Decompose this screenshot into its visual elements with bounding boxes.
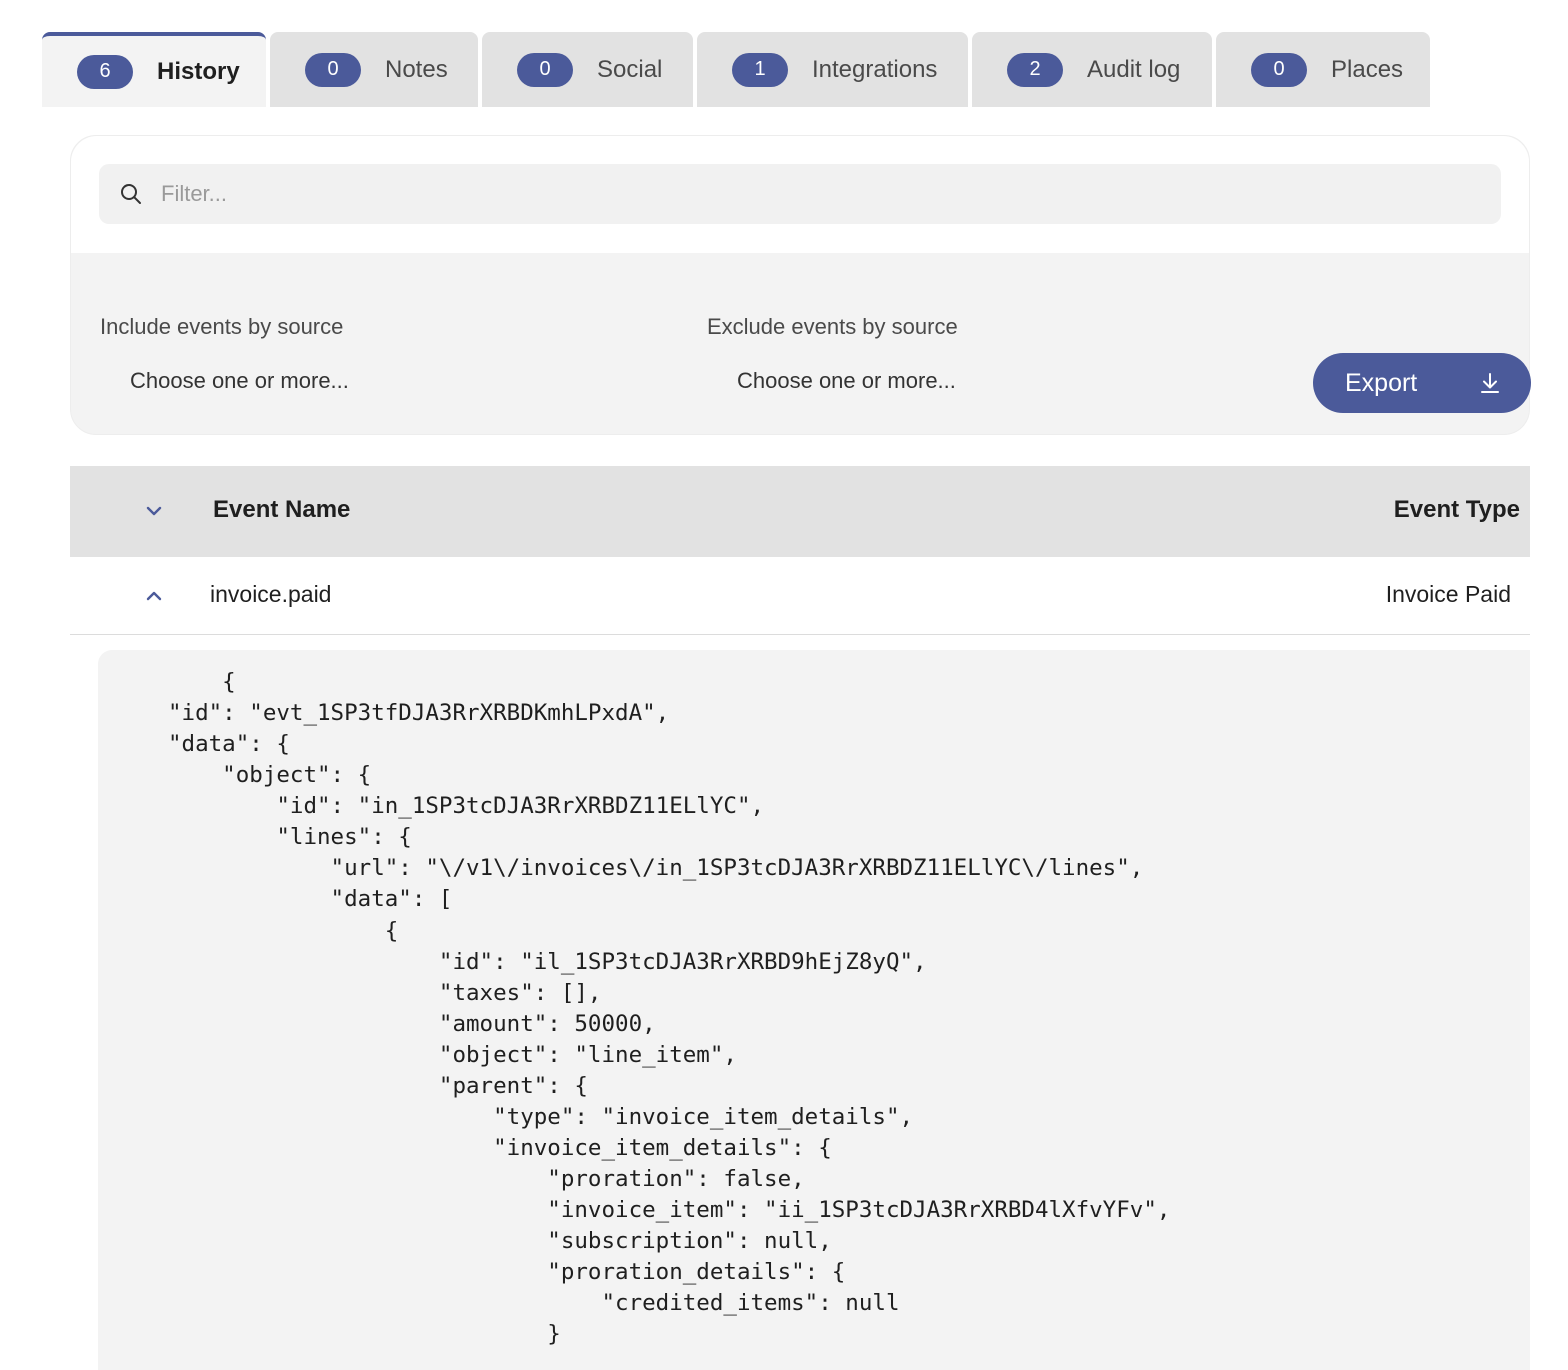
tab-label: History (157, 57, 240, 85)
export-button-label: Export (1345, 368, 1418, 397)
search-box[interactable] (99, 164, 1501, 224)
tab-bar: 6 History 0 Notes 0 Social 1 Integration… (42, 32, 1430, 107)
tab-integrations[interactable]: 1 Integrations (697, 32, 968, 107)
tab-label: Integrations (812, 55, 938, 83)
tab-label: Audit log (1087, 55, 1181, 83)
table-header: Event Name Event Type (70, 466, 1530, 557)
tab-label: Notes (385, 55, 448, 83)
column-header-event-type[interactable]: Event Type (1394, 496, 1520, 524)
search-input[interactable] (159, 180, 1459, 208)
tab-notes[interactable]: 0 Notes (270, 32, 478, 107)
tab-count-badge: 0 (305, 52, 361, 87)
include-source-label: Include events by source (100, 314, 344, 339)
tab-social[interactable]: 0 Social (482, 32, 693, 107)
tab-count-badge: 0 (517, 52, 573, 87)
tab-audit-log[interactable]: 2 Audit log (972, 32, 1212, 107)
column-header-event-name[interactable]: Event Name (213, 496, 350, 524)
search-area (71, 136, 1529, 253)
tab-history[interactable]: 6 History (42, 32, 266, 107)
chevron-up-icon[interactable] (144, 587, 164, 605)
filter-panel: Include events by source Choose one or m… (70, 135, 1531, 435)
tab-count-badge: 2 (1007, 52, 1063, 87)
event-payload-panel: { "id": "evt_1SP3tfDJA3RrXRBDKmhLPxdA", … (98, 650, 1530, 1370)
event-name-cell: invoice.paid (210, 581, 332, 607)
event-payload-json: { "id": "evt_1SP3tfDJA3RrXRBDKmhLPxdA", … (168, 669, 1171, 1348)
tab-label: Places (1331, 55, 1404, 83)
tab-count-badge: 0 (1251, 52, 1307, 87)
exclude-source-select[interactable]: Choose one or more... (737, 368, 956, 394)
export-button[interactable]: Export (1313, 353, 1531, 413)
download-icon (1481, 373, 1499, 393)
tab-count-badge: 1 (732, 52, 788, 87)
include-source-select[interactable]: Choose one or more... (130, 368, 349, 394)
table-row[interactable]: invoice.paid Invoice Paid (70, 557, 1530, 635)
search-icon (121, 184, 141, 204)
chevron-down-icon[interactable] (144, 502, 164, 520)
tab-count-badge: 6 (77, 54, 133, 89)
event-type-cell: Invoice Paid (1385, 581, 1511, 607)
tab-label: Social (597, 55, 663, 83)
exclude-source-label: Exclude events by source (707, 314, 958, 339)
tab-places[interactable]: 0 Places (1216, 32, 1430, 107)
